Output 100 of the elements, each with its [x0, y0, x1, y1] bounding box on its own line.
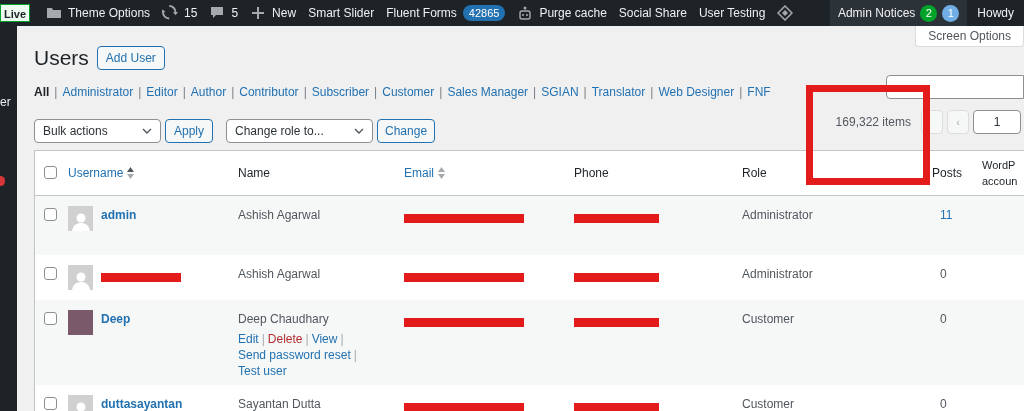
column-header: Phone	[574, 164, 609, 182]
separator: |	[352, 346, 358, 363]
admin-bar-label: Fluent Forms	[386, 5, 457, 22]
role-filter-link[interactable]: Customer	[382, 82, 435, 101]
row-action-link[interactable]: Delete	[267, 330, 303, 347]
admin-bar-label: 15	[184, 5, 198, 22]
checkbox[interactable]	[44, 166, 57, 179]
howdy-label[interactable]: Howdy	[967, 4, 1024, 22]
role-filter-link[interactable]: FNF	[747, 82, 771, 101]
admin-notices-item[interactable]: Admin Notices 2 1	[829, 0, 968, 26]
user-name: Deep Chaudhary	[238, 310, 330, 328]
role-filter-link[interactable]: Web Designer	[658, 82, 735, 101]
checkbox[interactable]	[44, 311, 57, 325]
admin-bar-label: Social Share	[618, 5, 687, 22]
role-cell: Administrator	[742, 266, 813, 281]
admin-bar-label: Admin Notices	[837, 5, 916, 22]
posts-count: 0	[940, 311, 947, 326]
add-user-button[interactable]: Add User	[96, 45, 165, 70]
admin-bar-label: New	[272, 5, 297, 22]
posts-count-link[interactable]: 11	[940, 207, 953, 222]
checkbox[interactable]	[44, 266, 57, 280]
comment-icon	[209, 5, 226, 21]
change-button[interactable]: Change	[377, 118, 436, 143]
column-header[interactable]: Email	[404, 163, 434, 182]
separator: |	[260, 330, 266, 347]
role-filter-link[interactable]: SGIAN	[541, 82, 579, 101]
admin-bar-item[interactable]: Social Share	[612, 0, 693, 26]
count-badge: 1	[942, 4, 960, 22]
items-count: 169,322 items	[835, 114, 911, 131]
posts-count: 0	[940, 396, 947, 411]
username-link[interactable]: Deep	[101, 309, 131, 328]
user-name: Sayantan Dutta	[238, 395, 322, 411]
separator: |	[532, 83, 538, 101]
apply-button[interactable]: Apply	[165, 118, 214, 143]
chevron-down-icon	[142, 127, 152, 134]
change-role-select[interactable]: Change role to...	[226, 118, 374, 143]
sort-icon	[438, 166, 445, 179]
column-header: Name	[238, 164, 270, 182]
role-filter-link[interactable]: All	[34, 82, 50, 101]
username-link[interactable]: admin	[101, 205, 137, 224]
column-header[interactable]: Username	[68, 163, 124, 182]
column-header: WordP accoun	[982, 157, 1018, 189]
admin-bar-label: Purge cache	[539, 5, 607, 22]
folder-icon	[46, 5, 62, 21]
select-value: Change role to...	[235, 122, 324, 140]
checkbox[interactable]	[44, 396, 57, 410]
role-cell: Customer	[742, 311, 794, 326]
count-badge: 2	[920, 4, 938, 22]
plus-icon	[250, 5, 267, 21]
separator: |	[53, 83, 59, 101]
admin-bar-item[interactable]: New	[244, 0, 303, 26]
row-action-link[interactable]: Send password reset	[238, 346, 351, 363]
live-badge: Live	[0, 4, 30, 22]
role-filter-link[interactable]: Author	[190, 82, 227, 101]
robot-icon	[517, 5, 534, 21]
separator: |	[230, 83, 236, 101]
select-value: Bulk actions	[43, 122, 108, 140]
separator: |	[137, 83, 143, 101]
admin-bar-label: 5	[231, 5, 239, 22]
chevron-down-icon	[354, 127, 365, 134]
role-filter-link[interactable]: Translator	[591, 82, 646, 101]
admin-bar-item[interactable]: Fluent Forms 42865	[380, 0, 512, 26]
page-number-field[interactable]: 1	[973, 110, 1021, 134]
role-filter-link[interactable]: Subscriber	[311, 82, 370, 101]
admin-bar-label: User Testing	[698, 5, 766, 22]
admin-bar-item[interactable]: User Testing	[692, 0, 772, 26]
screen-options-tab[interactable]: Screen Options	[915, 26, 1024, 47]
admin-bar-item[interactable]: Smart Slider	[302, 0, 381, 26]
separator: |	[339, 330, 345, 347]
column-header: Posts	[932, 164, 962, 182]
bulk-actions-select[interactable]: Bulk actions	[34, 118, 161, 143]
separator: |	[649, 83, 655, 101]
admin-bar-label: Theme Options	[68, 5, 151, 22]
role-filter-link[interactable]: Sales Manager	[447, 82, 529, 101]
username-link[interactable]: duttasayantan	[101, 394, 183, 411]
row-action-link[interactable]: Test user	[238, 362, 287, 379]
role-cell: Administrator	[742, 207, 813, 222]
row-action-link[interactable]: View	[311, 330, 338, 347]
refresh-icon	[162, 5, 179, 21]
column-header: Role	[742, 164, 767, 182]
sidebar-text[interactable]: er	[0, 93, 11, 111]
separator: |	[738, 83, 744, 101]
sort-icon	[127, 166, 135, 179]
role-filter-link[interactable]: Editor	[146, 82, 178, 101]
count-badge: 42865	[462, 5, 506, 21]
user-name: Ashish Agarwal	[238, 206, 322, 224]
separator: |	[181, 83, 187, 101]
checkbox[interactable]	[44, 207, 57, 221]
role-filter-link[interactable]: Administrator	[62, 82, 134, 101]
admin-bar-item[interactable]: 15	[156, 0, 204, 26]
admin-bar-item[interactable]: Purge cache	[511, 0, 613, 26]
admin-bar-item[interactable]: Theme Options	[40, 0, 157, 26]
page-title: Users	[34, 45, 89, 71]
admin-bar-label: Smart Slider	[308, 5, 375, 22]
separator: |	[304, 330, 310, 347]
role-cell: Customer	[742, 396, 794, 411]
separator: |	[438, 83, 444, 101]
role-filter-link[interactable]: Contributor	[239, 82, 299, 101]
row-action-link[interactable]: Edit	[238, 330, 259, 347]
admin-bar-item[interactable]: 5	[203, 0, 245, 26]
